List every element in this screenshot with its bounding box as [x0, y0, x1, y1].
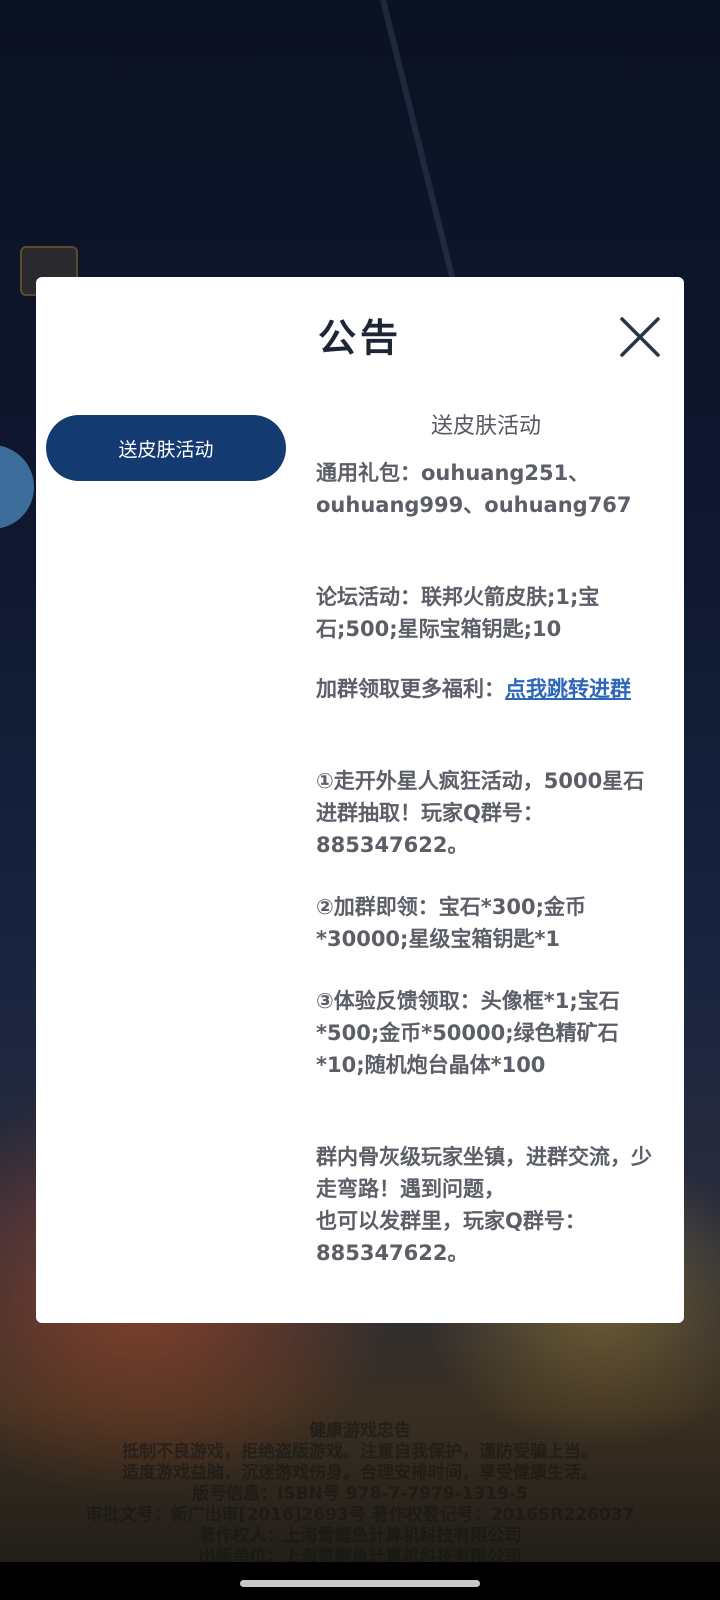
event-item-2: ②加群即领：宝石*300;金币*30000;星级宝箱钥匙*1 [316, 895, 586, 951]
join-group-text: 加群领取更多福利：点我跳转进群 [316, 673, 656, 705]
forum-event-text: 论坛活动：联邦火箭皮肤;1;宝石;500;星际宝箱钥匙;10 [316, 585, 600, 641]
footer-line: 审批文号：新广出审[2016]2693号 著作权登记号：2016SR226037 [85, 1505, 635, 1525]
footer-line: 版号信息：ISBN号 978-7-7979-1319-5 [192, 1484, 528, 1504]
footer-line: 适度游戏益脑，沉迷游戏伤身。合理安排时间，享受健康生活。 [122, 1463, 598, 1483]
announcement-dialog: 公告 送皮肤活动 送皮肤活动 通用礼包：ouhuang251、ouhuang99… [36, 277, 684, 1323]
footer-line: 健康游戏忠告 [309, 1421, 411, 1441]
dialog-title: 公告 [317, 316, 402, 360]
home-indicator[interactable] [240, 1580, 480, 1587]
join-group-link[interactable]: 点我跳转进群 [505, 677, 631, 701]
event-item-1: ①走开外星人疯狂活动，5000星石进群抽取！玩家Q群号：885347622。 [316, 769, 645, 857]
join-group-prefix: 加群领取更多福利： [316, 677, 505, 701]
tab-skin-event[interactable]: 送皮肤活动 [46, 415, 286, 481]
close-button[interactable] [618, 315, 662, 359]
background-circle-button [0, 445, 34, 529]
game-screen: 公告 送皮肤活动 送皮肤活动 通用礼包：ouhuang251、ouhuang99… [0, 0, 720, 1600]
health-advisory-footer: 健康游戏忠告 抵制不良游戏，拒绝盗版游戏。注意自我保护，谨防受骗上当。 适度游戏… [0, 1421, 720, 1568]
background-decoration [380, 0, 464, 312]
announcement-content: 送皮肤活动 通用礼包：ouhuang251、ouhuang999、ouhuang… [316, 411, 656, 1269]
event-item-3: ③体验反馈领取：头像框*1;宝石*500;金币*50000;绿色精矿石*10;随… [316, 989, 620, 1077]
gift-codes-text: 通用礼包：ouhuang251、ouhuang999、ouhuang767 [316, 461, 632, 517]
close-icon [620, 317, 660, 357]
content-heading: 送皮肤活动 [430, 414, 541, 439]
closing-text-line2: 也可以发群里，玩家Q群号：885347622。 [316, 1209, 586, 1265]
tab-label: 送皮肤活动 [118, 438, 214, 461]
footer-line: 著作权人：上海雪鲤鱼计算机科技有限公司 [198, 1526, 522, 1546]
footer-line: 抵制不良游戏，拒绝盗版游戏。注意自我保护，谨防受骗上当。 [122, 1442, 598, 1462]
closing-text-line1: 群内骨灰级玩家坐镇，进群交流，少走弯路！遇到问题， [316, 1145, 652, 1201]
